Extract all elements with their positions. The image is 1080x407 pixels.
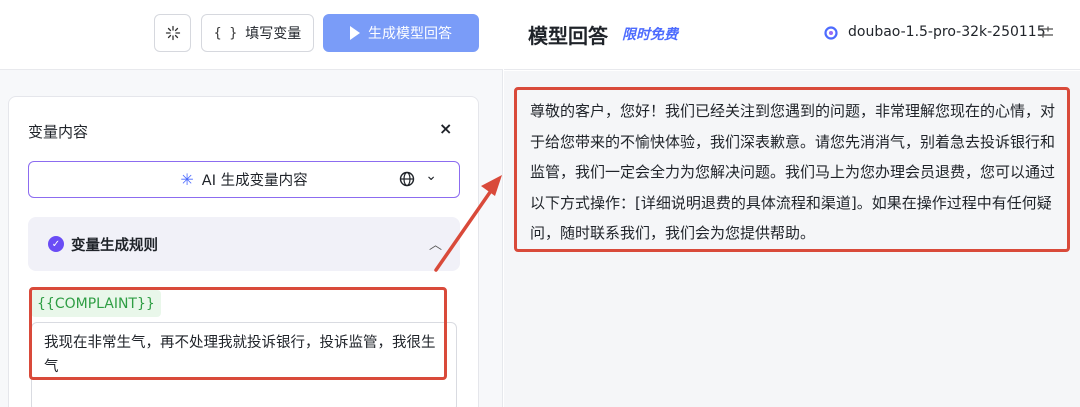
globe-icon[interactable]	[399, 171, 415, 187]
model-selector[interactable]: doubao-1.5-pro-32k-250115	[848, 24, 1046, 40]
chevron-up-icon[interactable]: ︿	[429, 234, 442, 253]
generate-response-label: 生成模型回答	[368, 26, 452, 42]
settings-sliders-icon[interactable]	[1038, 24, 1054, 40]
fill-variables-label: 填写变量	[245, 26, 302, 42]
model-answer-text: 尊敬的客户，您好！我们已经关注到您遇到的问题，非常理解您现在的心情，对于给您带来…	[530, 102, 1056, 242]
generate-response-button[interactable]: 生成模型回答	[323, 14, 479, 52]
variable-name-tag: {{COMPLAINT}}	[31, 290, 161, 317]
fill-variables-button[interactable]: { } 填写变量	[201, 14, 314, 52]
variable-card-title: 变量内容	[28, 123, 89, 141]
response-title: 模型回答	[528, 24, 608, 48]
sparkle-icon: ✳	[180, 170, 194, 189]
response-header: 模型回答 限时免费 doubao-1.5-pro-32k-250115	[504, 0, 1080, 70]
sparkle-icon	[165, 25, 180, 41]
play-icon	[350, 26, 360, 40]
ai-generate-variables-label: AI 生成变量内容	[201, 173, 308, 189]
chevron-down-icon[interactable]: ⌄	[425, 168, 437, 184]
free-badge: 限时免费	[622, 27, 678, 43]
prompt-pane: { } 填写变量 生成模型回答 变量内容 × ✳ AI 生成变量内容 ⌄ ✓ 变…	[0, 0, 503, 407]
close-icon[interactable]: ×	[439, 119, 452, 138]
variable-rule-section[interactable]: ✓ 变量生成规则 ︿	[28, 217, 460, 271]
variable-value-input[interactable]: 我现在非常生气，再不处理我就投诉银行，投诉监管，我很生气	[31, 322, 457, 407]
braces-icon: { }	[213, 25, 238, 41]
prompt-toolbar: { } 填写变量 生成模型回答	[0, 0, 503, 70]
ai-generate-variables-button[interactable]: ✳ AI 生成变量内容 ⌄	[28, 161, 460, 198]
check-circle-icon: ✓	[48, 236, 64, 252]
variable-rule-label: 变量生成规则	[71, 238, 158, 254]
magic-button[interactable]	[154, 14, 191, 52]
model-logo-icon	[824, 26, 838, 40]
